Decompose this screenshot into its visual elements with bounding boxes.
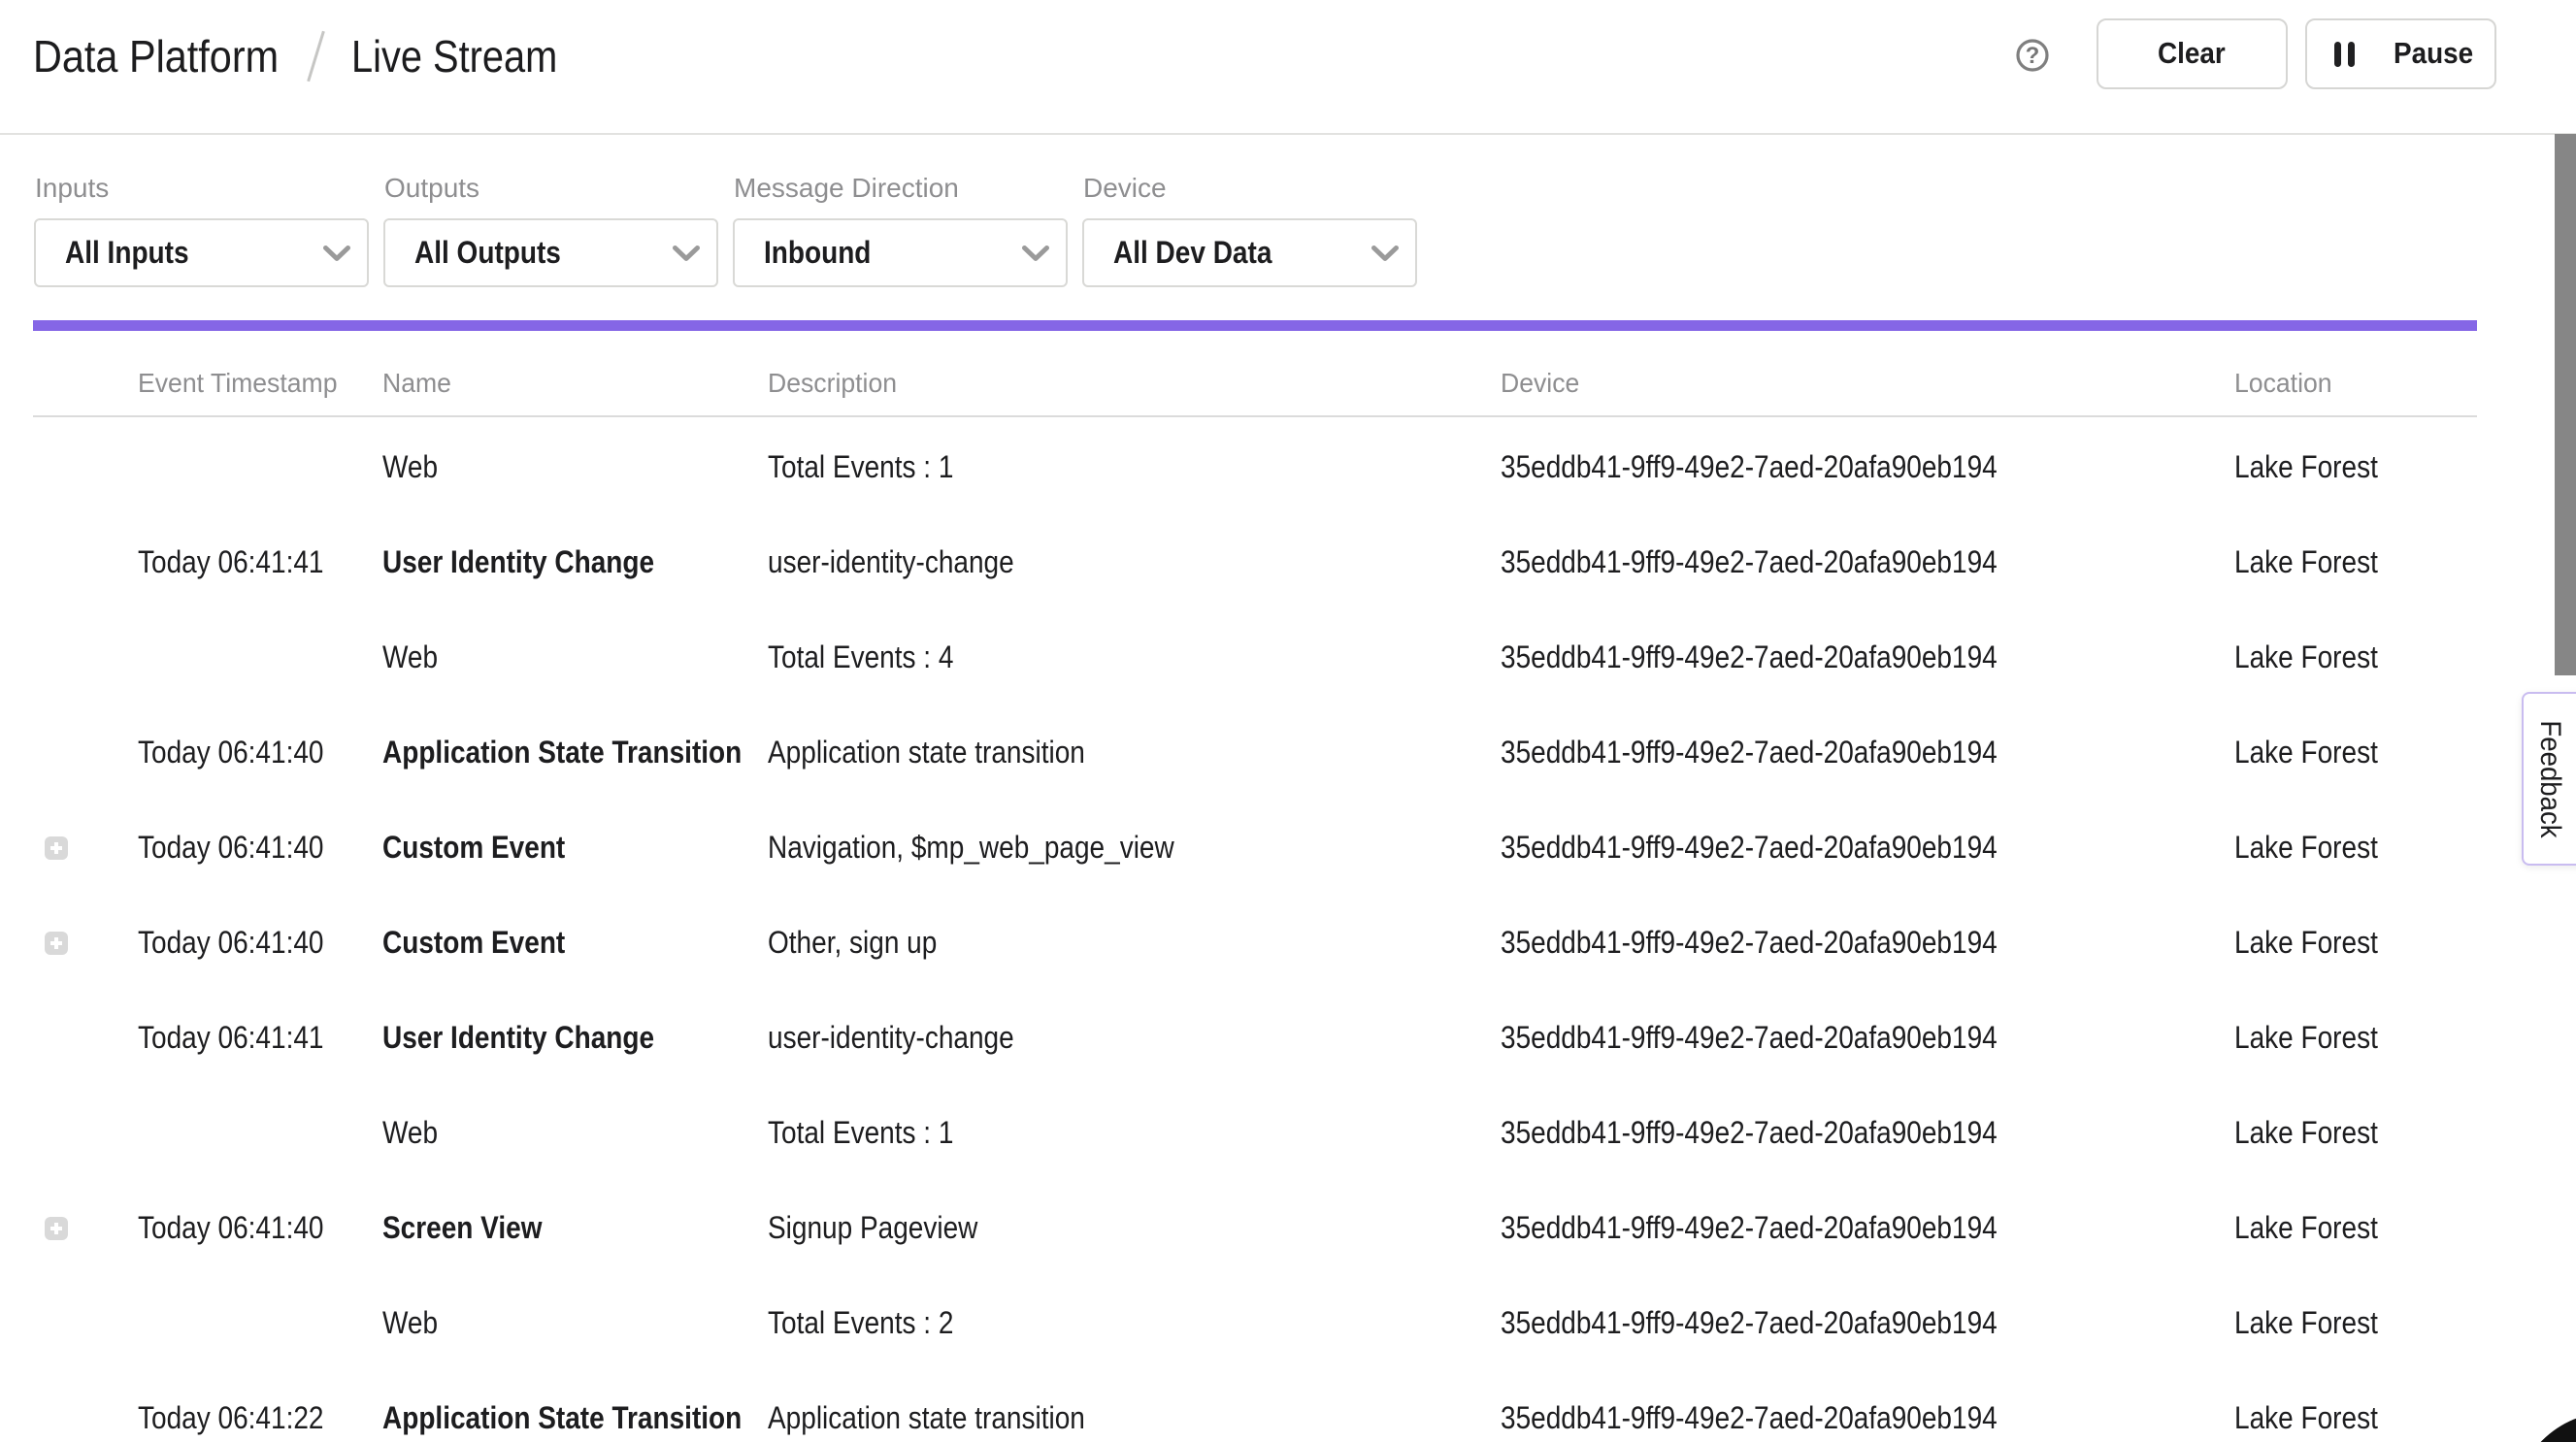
- svg-text:?: ?: [2026, 43, 2040, 69]
